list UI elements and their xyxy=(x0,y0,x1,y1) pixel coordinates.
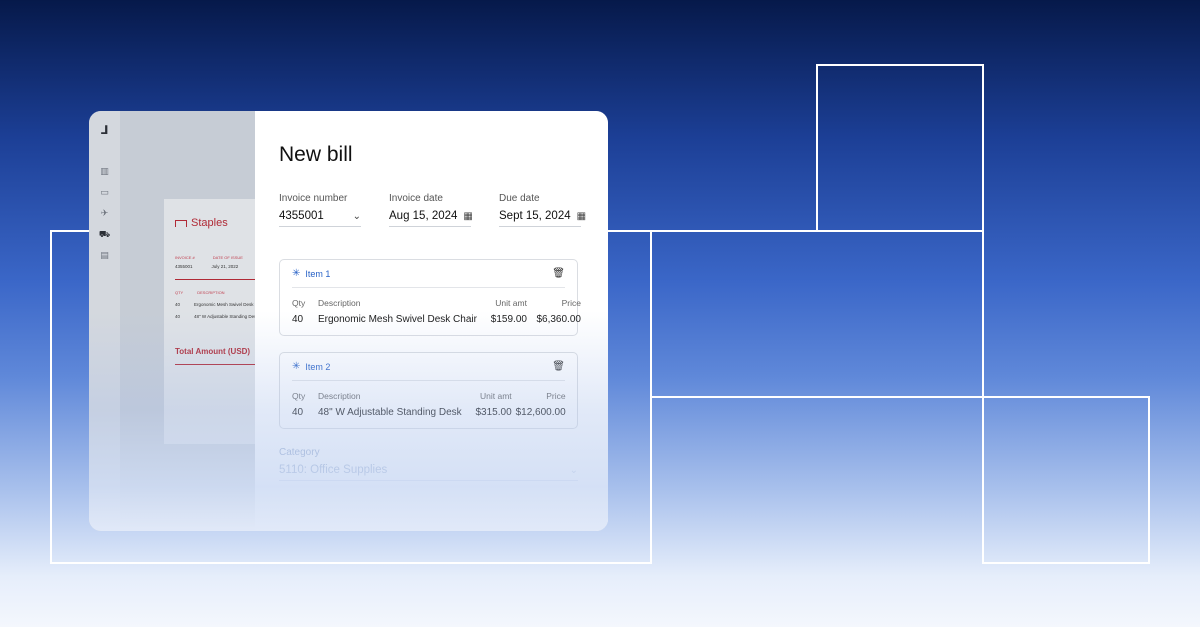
price-header: Price xyxy=(546,391,566,401)
item-card: ✳ Item 1 🗑 Qty Description Unit amt Pric… xyxy=(279,259,581,336)
invoice-number-label: Invoice number xyxy=(279,193,348,204)
page-title: New bill xyxy=(279,143,353,166)
invoice-number-select[interactable]: 4355001 ⌄ xyxy=(279,210,361,227)
calendar-icon[interactable]: ▦ xyxy=(463,211,472,222)
description-header: Description xyxy=(318,298,361,308)
invoice-document: Staples INVOICE # DATE OF ISSUE 4355001 … xyxy=(164,199,266,444)
due-date-label: Due date xyxy=(499,193,540,204)
item-title-label: Item 1 xyxy=(305,268,331,279)
sparkle-icon: ✳ xyxy=(292,361,301,372)
item-grid: Qty Description Unit amt Price 40 48" W … xyxy=(292,391,566,418)
invoice-date-value: Aug 15, 2024 xyxy=(389,210,458,222)
vendor-name: Staples xyxy=(191,217,228,229)
bill-fields: Invoice number 4355001 ⌄ Invoice date Au… xyxy=(279,193,586,227)
outline-rect-bottom-right xyxy=(982,396,1150,564)
item-title: ✳ Item 1 xyxy=(292,268,330,279)
plane-icon[interactable]: ✈ xyxy=(101,207,109,219)
chevron-down-icon[interactable]: ⌄ xyxy=(353,211,361,222)
item-card: ✳ Item 2 🗑 Qty Description Unit amt Pric… xyxy=(279,352,578,429)
item-price[interactable]: $6,360.00 xyxy=(527,314,581,325)
invoice-line: 40 48" W Adjustable Standing Desk xyxy=(175,314,264,319)
divider xyxy=(175,364,264,365)
invoice-preview-pane: Staples INVOICE # DATE OF ISSUE 4355001 … xyxy=(120,111,266,531)
receipt-icon[interactable]: ▤ xyxy=(100,249,109,261)
price-header: Price xyxy=(561,298,581,308)
card-icon[interactable]: ▭ xyxy=(100,186,109,198)
sparkle-icon: ✳ xyxy=(292,268,301,279)
line-desc: 48" W Adjustable Standing Desk xyxy=(194,314,259,319)
item-unit-amt[interactable]: $315.00 xyxy=(462,407,511,418)
chart-icon[interactable]: ▥ xyxy=(100,165,109,177)
line-headers: QTY DESCRIPTION xyxy=(175,290,264,295)
sidebar: ⅃ ▥ ▭ ✈ ⛟ ▤ xyxy=(89,111,120,531)
invoice-line: 40 Ergonomic Mesh Swivel Desk Chair xyxy=(175,302,266,307)
trash-icon[interactable]: 🗑 xyxy=(552,361,565,372)
due-date-input[interactable]: Sept 15, 2024 ▦ xyxy=(499,210,586,227)
new-bill-form: New bill Invoice number 4355001 ⌄ Invoic… xyxy=(255,111,608,531)
invoice-date-label: Invoice date xyxy=(389,193,443,204)
cart-icon[interactable]: ⛟ xyxy=(99,228,110,240)
invoice-number-value: 4355001 xyxy=(279,210,324,222)
invoice-date-field[interactable]: Invoice date Aug 15, 2024 ▦ xyxy=(389,193,473,227)
qty-header: Qty xyxy=(292,298,306,308)
item-title: ✳ Item 2 xyxy=(292,361,330,372)
unit-amt-header: Unit amt xyxy=(495,298,527,308)
category-label: Category xyxy=(279,447,320,458)
invoice-header-labels: INVOICE # DATE OF ISSUE xyxy=(175,255,264,260)
line-qty: 40 xyxy=(175,314,181,319)
unit-amt-header: Unit amt xyxy=(479,391,512,401)
item-price[interactable]: $12,600.00 xyxy=(512,407,566,418)
outline-rect-mid-right xyxy=(650,230,984,398)
vendor-logo: Staples xyxy=(175,217,264,229)
item-title-label: Item 2 xyxy=(305,361,331,372)
invoice-no-value: 4355001 xyxy=(175,264,193,269)
total-label: Total Amount (USD) xyxy=(175,347,251,356)
divider xyxy=(175,279,264,280)
item-qty[interactable]: 40 xyxy=(292,314,318,325)
due-date-field[interactable]: Due date Sept 15, 2024 ▦ xyxy=(499,193,586,227)
item-header: ✳ Item 1 🗑 xyxy=(292,268,565,288)
app-window: ⅃ ▥ ▭ ✈ ⛟ ▤ Staples INVOICE # DATE OF IS… xyxy=(89,111,608,531)
category-value: 5110: Office Supplies xyxy=(279,464,388,476)
item-unit-amt[interactable]: $159.00 xyxy=(477,314,527,325)
qty-header: Qty xyxy=(292,391,306,401)
category-field[interactable]: Category 5110: Office Supplies ⌄ xyxy=(279,447,584,481)
date-of-issue-label: DATE OF ISSUE xyxy=(212,255,243,260)
logo-icon: ⅃ xyxy=(100,123,109,137)
item-description[interactable]: 48" W Adjustable Standing Desk xyxy=(318,407,462,418)
vendor-mark-icon xyxy=(175,219,187,227)
invoice-date-input[interactable]: Aug 15, 2024 ▦ xyxy=(389,210,473,227)
description-header: DESCRIPTION xyxy=(197,290,225,295)
qty-header: QTY xyxy=(175,290,184,295)
item-description[interactable]: Ergonomic Mesh Swivel Desk Chair xyxy=(318,314,477,325)
invoice-header-values: 4355001 July 21, 2022 xyxy=(175,264,264,269)
date-of-issue-value: July 21, 2022 xyxy=(211,264,239,269)
line-qty: 40 xyxy=(175,302,181,307)
invoice-number-field[interactable]: Invoice number 4355001 ⌄ xyxy=(279,193,361,227)
item-qty[interactable]: 40 xyxy=(292,407,318,418)
item-header: ✳ Item 2 🗑 xyxy=(292,361,565,381)
invoice-no-label: INVOICE # xyxy=(175,255,195,260)
description-header: Description xyxy=(318,391,361,401)
category-select[interactable]: 5110: Office Supplies ⌄ xyxy=(279,464,578,481)
chevron-down-icon[interactable]: ⌄ xyxy=(570,465,578,476)
outline-rect-top-right xyxy=(816,64,984,232)
calendar-icon[interactable]: ▦ xyxy=(577,211,586,222)
due-date-value: Sept 15, 2024 xyxy=(499,210,571,222)
item-grid: Qty Description Unit amt Price 40 Ergono… xyxy=(292,298,581,325)
trash-icon[interactable]: 🗑 xyxy=(552,268,565,279)
